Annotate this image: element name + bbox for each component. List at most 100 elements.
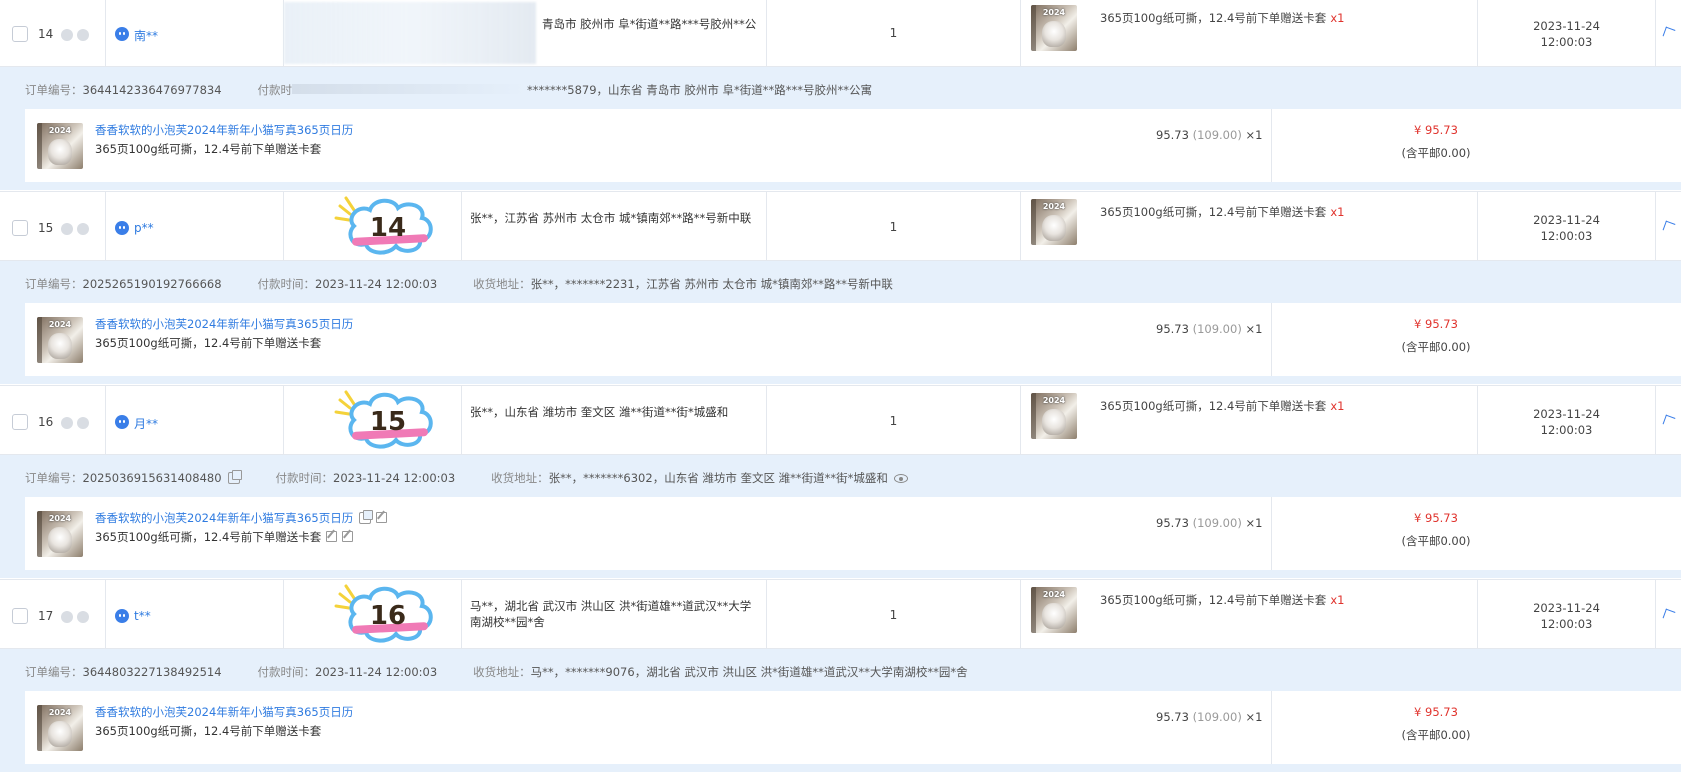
detail-product-thumbnail[interactable]: 2024 bbox=[37, 123, 83, 169]
thumb-cat bbox=[48, 333, 72, 359]
action-cell bbox=[1656, 192, 1681, 260]
variant-text: 365页100g纸可撕，12.4号前下单赠送卡套 bbox=[1100, 399, 1327, 413]
product-variant-line: 365页100g纸可撕，12.4号前下单赠送卡套 bbox=[95, 141, 321, 157]
flag-dot-icon[interactable] bbox=[61, 611, 73, 623]
row-index: 16 bbox=[38, 415, 54, 429]
order-detail-panel: 2024 香香软软的小泡芙2024年新年小猫写真365页日历 365页100g纸可撕… bbox=[25, 303, 1681, 376]
product-thumbnail[interactable]: 2024 bbox=[1031, 587, 1077, 633]
order-checkbox[interactable] bbox=[12, 26, 28, 42]
product-variant-text: 365页100g纸可撕，12.4号前下单赠送卡套 bbox=[95, 530, 322, 544]
product-thumbnail[interactable]: 2024 bbox=[1031, 5, 1077, 51]
product-thumbnail[interactable]: 2024 bbox=[1031, 393, 1077, 439]
expand-arrow-icon[interactable] bbox=[1662, 26, 1676, 40]
thumb-year: 2024 bbox=[48, 708, 72, 717]
product-desc-cell: 365页100g纸可撕，12.4号前下单赠送卡套 x1 bbox=[1096, 580, 1478, 648]
product-title-link[interactable]: 香香软软的小泡芙2024年新年小猫写真365页日历 bbox=[95, 123, 353, 137]
thumb-year: 2024 bbox=[48, 514, 72, 523]
edit-icon[interactable] bbox=[326, 531, 338, 542]
full-address: 张**，*******6302，山东省 潍坊市 奎文区 潍**街道**街*城盛和 bbox=[548, 471, 888, 485]
buyer-name-link[interactable]: 月** bbox=[134, 415, 158, 432]
divider bbox=[1271, 109, 1272, 182]
product-variant-text: 365页100g纸可撕，12.4号前下单赠送卡套 bbox=[95, 336, 322, 350]
select-cell: 14 bbox=[0, 0, 106, 66]
thumb-cat bbox=[1042, 409, 1066, 435]
original-price: (109.00) bbox=[1192, 516, 1242, 530]
product-title-link[interactable]: 香香软软的小泡芙2024年新年小猫写真365页日历 bbox=[95, 317, 353, 331]
copy-icon[interactable] bbox=[227, 470, 242, 484]
thumb-year: 2024 bbox=[1042, 396, 1066, 405]
product-variant: 365页100g纸可撕，12.4号前下单赠送卡套 x1 bbox=[1100, 398, 1344, 414]
order-checkbox[interactable] bbox=[12, 220, 28, 236]
row-index: 15 bbox=[38, 221, 54, 235]
flag-dot-icon[interactable] bbox=[77, 29, 89, 41]
order-total: ¥ 95.73 bbox=[1414, 511, 1458, 525]
order-info-line: 订单编号：2025265190192766668 付款时间：2023-11-24 … bbox=[25, 276, 893, 292]
order-time: 2023-11-24 12:00:03 bbox=[1478, 18, 1655, 50]
buyer-chat-icon[interactable] bbox=[115, 27, 129, 41]
edit-icon[interactable] bbox=[376, 512, 388, 523]
variant-text: 365页100g纸可撕，12.4号前下单赠送卡套 bbox=[1100, 11, 1327, 25]
order-no-label: 订单编号： bbox=[25, 83, 83, 97]
flag-dot-icon[interactable] bbox=[61, 29, 73, 41]
copy-icon[interactable] bbox=[359, 510, 374, 524]
thumb-cat bbox=[1042, 215, 1066, 241]
unit-price-value: 95.73 bbox=[1156, 322, 1189, 336]
action-cell bbox=[1656, 0, 1681, 66]
order-detail-wrapper: 2024 香香软软的小泡芙2024年新年小猫写真365页日历 365页100g纸可撕… bbox=[0, 691, 1681, 772]
sticker-graphic: 14 bbox=[334, 196, 433, 255]
order-info-bar: 订单编号：3644142336476977834 付款时 *******5879，山… bbox=[0, 67, 1681, 109]
product-thumbnail[interactable]: 2024 bbox=[1031, 199, 1077, 245]
buyer-chat-icon[interactable] bbox=[115, 415, 129, 429]
flag-dot-icon[interactable] bbox=[77, 611, 89, 623]
expand-arrow-icon[interactable] bbox=[1662, 414, 1676, 428]
eye-icon[interactable] bbox=[893, 474, 908, 483]
order-detail-panel: 2024 香香软软的小泡芙2024年新年小猫写真365页日历 365页100g纸可撕… bbox=[25, 109, 1681, 182]
order-clock: 12:00:03 bbox=[1540, 229, 1593, 243]
flag-dot-icon[interactable] bbox=[77, 223, 89, 235]
order-no-value: 2025036915631408480 bbox=[82, 471, 222, 485]
buyer-name-link[interactable]: 南** bbox=[134, 27, 158, 44]
order-checkbox[interactable] bbox=[12, 414, 28, 430]
order-info-line: 订单编号：2025036915631408480 付款时间：2023-11-24 … bbox=[25, 470, 908, 486]
detail-product-thumbnail[interactable]: 2024 bbox=[37, 511, 83, 557]
address-cell: 马**，湖北省 武汉市 洪山区 洪*街道雄**道武汉**大学南湖校**园*舍 bbox=[462, 580, 767, 648]
flag-dot-icon[interactable] bbox=[61, 223, 73, 235]
full-address: 张**，*******2231，江苏省 苏州市 太仓市 城*镇南郊**路**号新… bbox=[530, 277, 893, 291]
detail-product-thumbnail[interactable]: 2024 bbox=[37, 705, 83, 751]
order-row: 14 南** 青岛市 胶州市 阜*街道**路***号胶州**公 1 2024 365页10… bbox=[0, 0, 1681, 67]
sticker-number: 16 bbox=[332, 584, 442, 646]
flag-dot-icon[interactable] bbox=[77, 417, 89, 429]
address-text: 青岛市 胶州市 阜*街道**路***号胶州**公 bbox=[542, 17, 757, 31]
buyer-chat-icon[interactable] bbox=[115, 221, 129, 235]
buyer-chat-icon[interactable] bbox=[115, 609, 129, 623]
flag-dot-icon[interactable] bbox=[61, 417, 73, 429]
divider bbox=[1271, 691, 1272, 764]
expand-arrow-icon[interactable] bbox=[1662, 608, 1676, 622]
quantity-value: 1 bbox=[889, 26, 898, 40]
row-index: 17 bbox=[38, 609, 54, 623]
order-row: 15 p** 14 张**，江苏省 苏州市 太仓市 城*镇南郊**路**号新中联 1 20… bbox=[0, 191, 1681, 261]
divider bbox=[1271, 303, 1272, 376]
detail-product-thumbnail[interactable]: 2024 bbox=[37, 317, 83, 363]
buyer-name-link[interactable]: t** bbox=[134, 609, 151, 623]
divider bbox=[1271, 497, 1272, 570]
unit-price-value: 95.73 bbox=[1156, 128, 1189, 142]
order-checkbox[interactable] bbox=[12, 608, 28, 624]
expand-arrow-icon[interactable] bbox=[1662, 220, 1676, 234]
time-cell: 2023-11-24 12:00:03 bbox=[1478, 0, 1656, 66]
sticker-number: 14 bbox=[332, 196, 442, 258]
sticker-graphic: 15 bbox=[334, 390, 433, 449]
product-title-link[interactable]: 香香软软的小泡芙2024年新年小猫写真365页日历 bbox=[95, 511, 353, 525]
quantity-cell: 1 bbox=[767, 580, 1021, 648]
product-thumb-cell: 2024 bbox=[1021, 192, 1096, 260]
unit-price-value: 95.73 bbox=[1156, 710, 1189, 724]
product-title-link[interactable]: 香香软软的小泡芙2024年新年小猫写真365页日历 bbox=[95, 705, 353, 719]
product-variant-text: 365页100g纸可撕，12.4号前下单赠送卡套 bbox=[95, 724, 322, 738]
pay-time-label: 付款时间： bbox=[257, 277, 316, 291]
order-block: 15 p** 14 张**，江苏省 苏州市 太仓市 城*镇南郊**路**号新中联 1 20… bbox=[0, 191, 1681, 385]
edit-icon[interactable] bbox=[342, 531, 354, 542]
product-variant-text: 365页100g纸可撕，12.4号前下单赠送卡套 bbox=[95, 142, 322, 156]
buyer-name-link[interactable]: p** bbox=[134, 221, 154, 235]
full-address: 马**，*******9076，湖北省 武汉市 洪山区 洪*街道雄**道武汉**… bbox=[530, 665, 968, 679]
product-title-line: 香香软软的小泡芙2024年新年小猫写真365页日历 bbox=[95, 510, 388, 526]
